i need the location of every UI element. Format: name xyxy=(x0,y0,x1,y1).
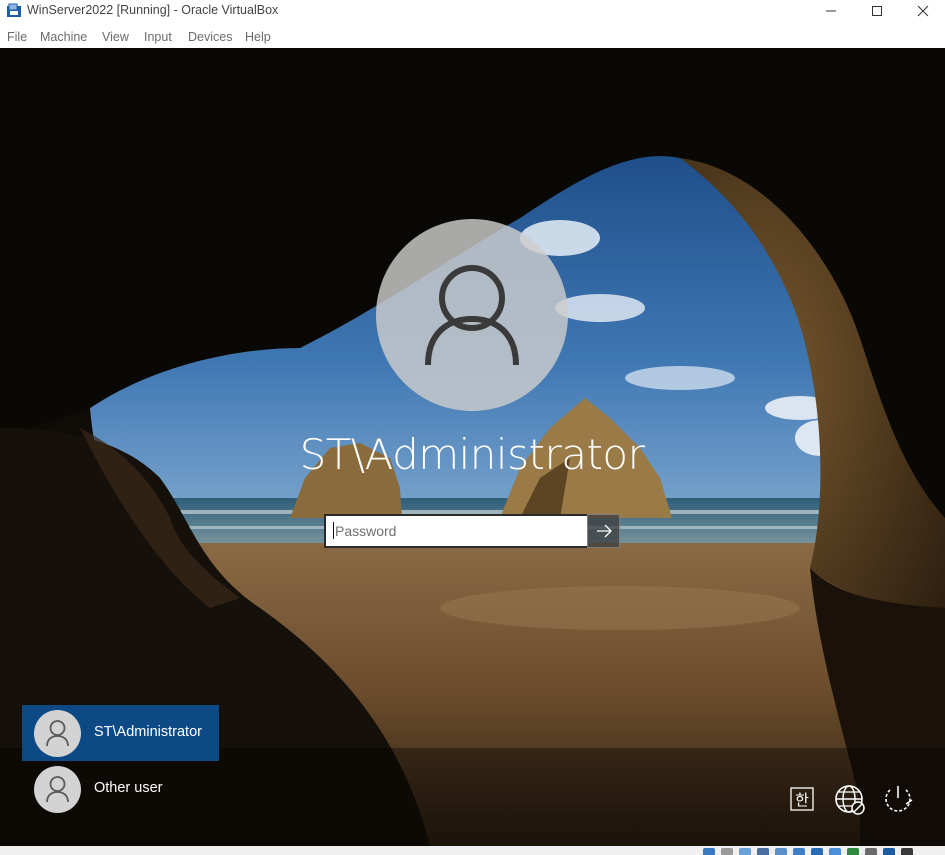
vm-display[interactable]: ST\Administrator ST\Administrator Other … xyxy=(0,48,945,846)
host-key-icon[interactable] xyxy=(901,848,913,855)
text-caret xyxy=(333,522,334,539)
user-icon xyxy=(46,776,69,802)
title-bar: WinServer2022 [Running] - Oracle Virtual… xyxy=(0,0,945,24)
menu-view[interactable]: View xyxy=(102,30,129,44)
audio-icon[interactable] xyxy=(739,848,751,855)
minimize-button[interactable] xyxy=(808,0,854,24)
close-icon xyxy=(917,5,929,17)
user-icon xyxy=(425,265,519,366)
network-globe-icon xyxy=(835,785,865,815)
video-capture-icon[interactable] xyxy=(829,848,841,855)
optical-drive-icon[interactable] xyxy=(721,848,733,855)
avatar xyxy=(34,766,81,813)
power-button[interactable] xyxy=(881,782,915,816)
user-tile-administrator[interactable]: ST\Administrator xyxy=(22,705,219,761)
vm-status-bar xyxy=(0,846,945,855)
user-avatar xyxy=(376,219,568,411)
menu-input[interactable]: Input xyxy=(144,30,172,44)
menu-help[interactable]: Help xyxy=(245,30,271,44)
ime-label: 한 xyxy=(795,791,809,809)
menu-devices[interactable]: Devices xyxy=(188,30,232,44)
user-tile-other-user[interactable]: Other user xyxy=(22,761,219,817)
password-input[interactable] xyxy=(324,514,587,548)
shared-folders-icon[interactable] xyxy=(793,848,805,855)
cpu-activity-icon[interactable] xyxy=(847,848,859,855)
arrow-right-icon xyxy=(597,524,612,538)
virtualbox-icon xyxy=(6,3,22,19)
window-title: WinServer2022 [Running] - Oracle Virtual… xyxy=(27,3,279,17)
maximize-button[interactable] xyxy=(854,0,900,24)
user-icon xyxy=(46,720,69,746)
keyboard-icon[interactable] xyxy=(883,848,895,855)
display-icon[interactable] xyxy=(811,848,823,855)
close-button[interactable] xyxy=(900,0,945,24)
user-tile-label: Other user xyxy=(94,780,163,796)
network-adapter-icon[interactable] xyxy=(757,848,769,855)
menu-file[interactable]: File xyxy=(7,30,27,44)
harddisk-icon[interactable] xyxy=(703,848,715,855)
menu-bar: File Machine View Input Devices Help xyxy=(0,26,945,48)
ime-button[interactable]: 한 xyxy=(785,782,819,816)
keyboard-ime-icon: 한 xyxy=(790,787,814,811)
login-username: ST\Administrator xyxy=(299,430,645,479)
avatar xyxy=(34,710,81,757)
power-icon xyxy=(885,786,913,812)
mouse-integration-icon[interactable] xyxy=(865,848,877,855)
maximize-icon xyxy=(872,6,882,16)
password-box xyxy=(324,514,620,548)
menu-machine[interactable]: Machine xyxy=(40,30,87,44)
minimize-icon xyxy=(826,10,836,12)
submit-button[interactable] xyxy=(587,514,620,548)
usb-icon[interactable] xyxy=(775,848,787,855)
network-button[interactable] xyxy=(833,782,867,816)
user-tile-label: ST\Administrator xyxy=(94,724,202,740)
